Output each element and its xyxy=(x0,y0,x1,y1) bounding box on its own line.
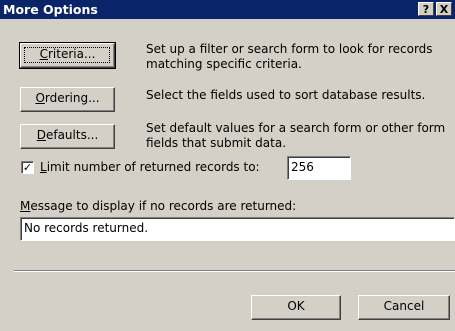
criteria-button-label: riteria... xyxy=(47,47,96,61)
limit-records-label-text: imit number of returned records to: xyxy=(46,160,260,174)
ordering-button[interactable]: Ordering... xyxy=(20,87,115,112)
criteria-description: Set up a filter or search form to look f… xyxy=(146,42,433,71)
criteria-button-access-key: C xyxy=(39,47,48,61)
no-records-message-label: Message to display if no records are ret… xyxy=(20,199,296,213)
help-button[interactable]: ? xyxy=(418,2,434,16)
limit-records-access-key: L xyxy=(40,160,47,174)
cancel-button[interactable]: Cancel xyxy=(358,295,450,320)
close-icon: X xyxy=(439,3,449,16)
limit-records-checkbox[interactable]: ✓ xyxy=(21,161,34,174)
ordering-description: Select the fields used to sort database … xyxy=(146,88,426,102)
ok-button[interactable]: OK xyxy=(251,295,341,320)
ordering-button-access-key: O xyxy=(35,91,45,105)
footer-separator xyxy=(14,270,455,272)
no-records-message-label-text: essage to display if no records are retu… xyxy=(30,199,297,213)
ordering-button-label: rdering... xyxy=(44,91,100,105)
criteria-button[interactable]: Criteria... xyxy=(19,42,116,69)
no-records-message-access-key: M xyxy=(20,199,31,213)
checkmark-icon: ✓ xyxy=(22,161,33,174)
window-title: More Options xyxy=(3,2,98,17)
help-icon: ? xyxy=(422,3,430,16)
close-button[interactable]: X xyxy=(436,2,452,16)
title-bar: More Options ? X xyxy=(0,0,455,19)
defaults-button[interactable]: Defaults... xyxy=(20,124,115,149)
no-records-message-input[interactable]: No records returned. xyxy=(20,217,455,241)
record-limit-input[interactable]: 256 xyxy=(287,156,351,180)
defaults-description: Set default values for a search form or … xyxy=(146,121,446,150)
defaults-button-label: efaults... xyxy=(45,128,99,142)
limit-records-label[interactable]: Limit number of returned records to: xyxy=(40,160,260,174)
defaults-button-access-key: D xyxy=(36,128,46,142)
